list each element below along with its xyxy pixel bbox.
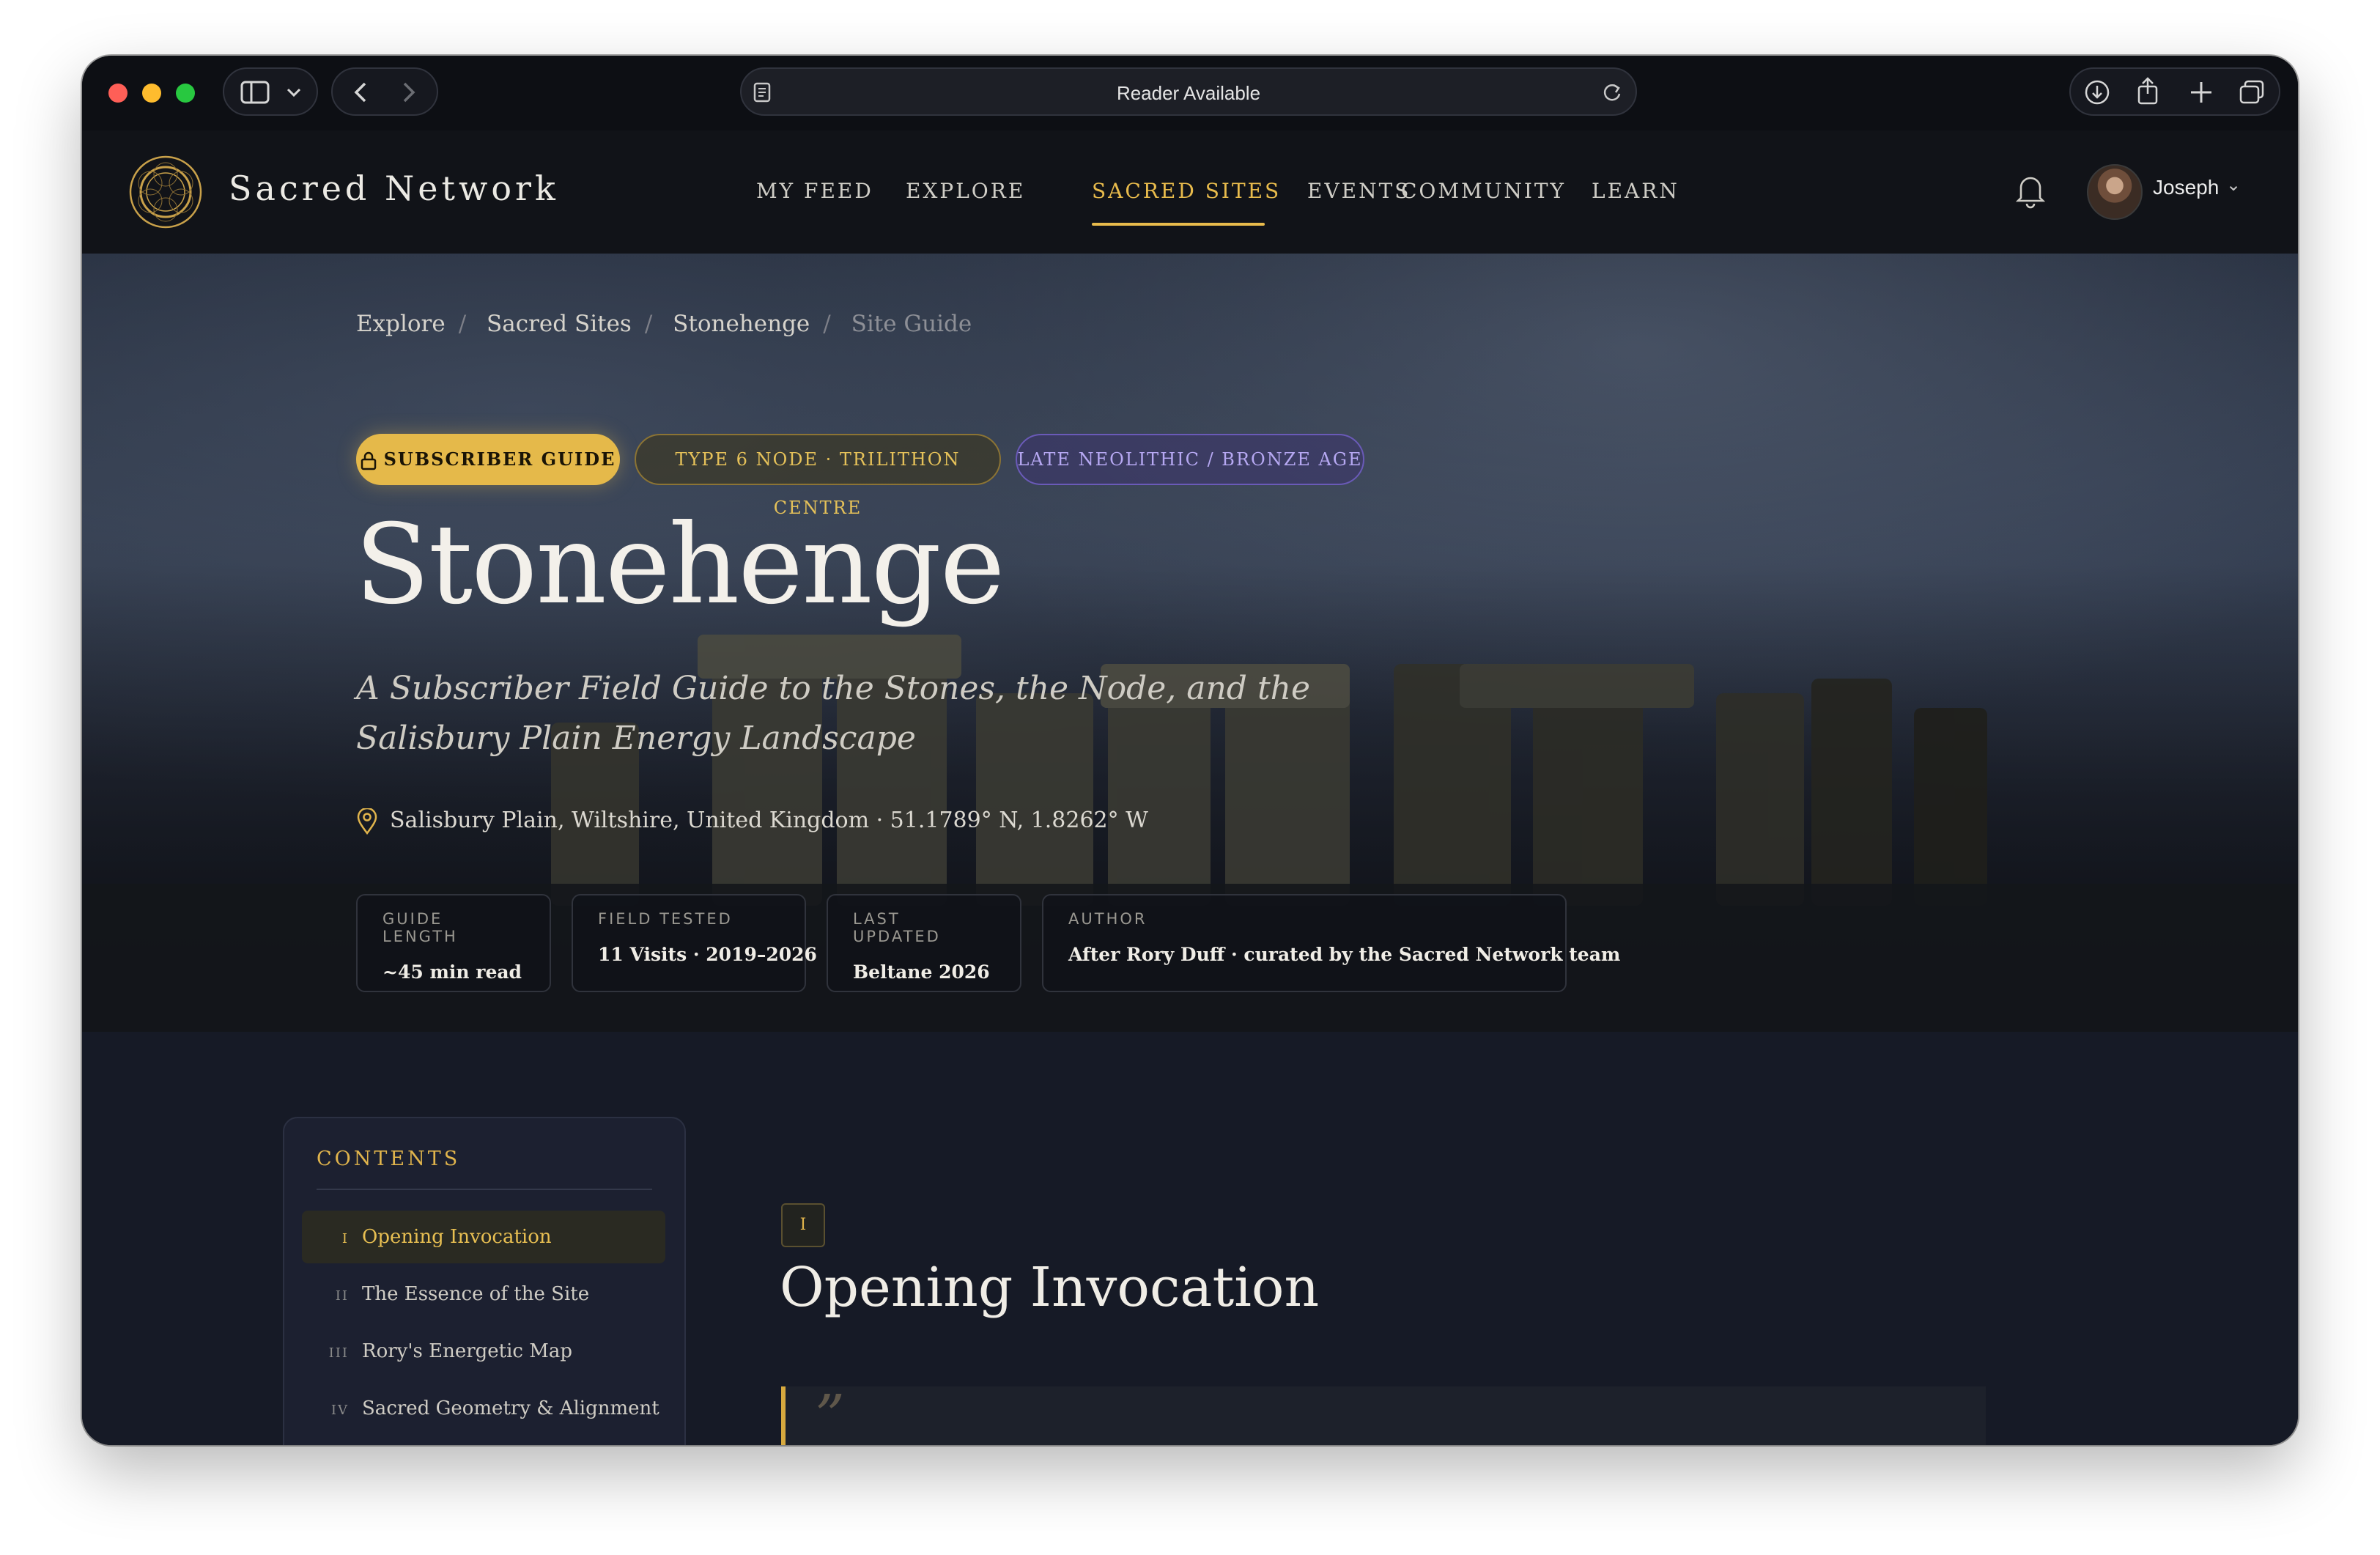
nav-active-indicator — [1092, 223, 1265, 226]
address-bar[interactable]: Reader Available — [740, 67, 1637, 116]
table-of-contents: CONTENTS I Opening Invocation II The Essen… — [283, 1117, 686, 1445]
breadcrumb: Explore / Sacred Sites / Stonehenge / Site … — [356, 311, 972, 337]
back-arrow-icon[interactable] — [350, 81, 372, 104]
meta-guide-length: GUIDE LENGTH ~45 min read — [356, 894, 551, 992]
section-number-badge: I — [781, 1203, 825, 1247]
sidebar-icon — [240, 81, 270, 104]
guide-content: CONTENTS I Opening Invocation II The Essen… — [82, 1032, 2298, 1445]
user-menu-chevron-icon[interactable]: ⌄ — [2226, 174, 2241, 195]
nav-events[interactable]: EVENTS — [1307, 179, 1411, 203]
meta-author: AUTHOR After Rory Duff · curated by the … — [1042, 894, 1621, 992]
minimize-window-button[interactable] — [142, 84, 161, 103]
meta-last-updated: LAST UPDATED Beltane 2026 — [827, 894, 1021, 992]
breadcrumb-current: Site Guide — [851, 311, 972, 337]
nav-learn[interactable]: LEARN — [1592, 179, 1679, 203]
browser-window: Reader Available Sacred Network MY FEED … — [82, 56, 2298, 1445]
history-navigation — [331, 67, 438, 116]
meta-field-tested: FIELD TESTED 11 Visits · 2019–2026 — [572, 894, 817, 992]
new-tab-icon[interactable] — [2188, 79, 2214, 106]
meta-label: LAST UPDATED — [853, 910, 941, 945]
location-text: Salisbury Plain, Wiltshire, United Kingd… — [390, 808, 1148, 833]
subscriber-guide-badge: SUBSCRIBER GUIDE — [356, 434, 620, 485]
reload-icon[interactable] — [1602, 82, 1622, 103]
meta-value: Beltane 2026 — [853, 961, 990, 983]
lock-icon — [361, 451, 376, 470]
notifications-bell-icon[interactable] — [2011, 170, 2050, 210]
toc-item-number: III — [328, 1345, 349, 1361]
toc-item-number: II — [335, 1288, 349, 1304]
location-pin-icon — [357, 808, 377, 835]
meta-value: After Rory Duff · curated by the Sacred … — [1068, 944, 1621, 965]
invocation-quote: ” — [781, 1382, 1986, 1445]
toc-item-number: IV — [330, 1403, 349, 1418]
meta-label: FIELD TESTED — [598, 910, 733, 928]
node-type-badge: TYPE 6 NODE · TRILITHON CENTRE — [635, 434, 1001, 518]
toc-item-opening-invocation[interactable]: I Opening Invocation — [302, 1211, 665, 1263]
user-avatar[interactable] — [2087, 164, 2143, 220]
zoom-window-button[interactable] — [176, 84, 195, 103]
breadcrumb-sacred-sites[interactable]: Sacred Sites — [487, 311, 632, 337]
sidebar-toggle-button[interactable] — [223, 67, 318, 116]
download-icon[interactable] — [2084, 79, 2110, 106]
toc-item-energetic-map[interactable]: III Rory's Energetic Map — [302, 1325, 665, 1378]
toc-item-label: Opening Invocation — [362, 1226, 552, 1248]
section-title: Opening Invocation — [780, 1256, 1320, 1319]
meta-value: 11 Visits · 2019–2026 — [598, 944, 817, 965]
meta-value: ~45 min read — [382, 961, 522, 983]
toc-item-essence-of-site[interactable]: II The Essence of the Site — [302, 1268, 665, 1321]
site-header: Sacred Network MY FEED EXPLORE SACRED SI… — [82, 130, 2298, 255]
page-title: Stonehenge — [355, 501, 1005, 629]
subscriber-badge-label: SUBSCRIBER GUIDE — [383, 448, 616, 470]
hero-section: Explore / Sacred Sites / Stonehenge / Site … — [82, 254, 2298, 1032]
breadcrumb-stonehenge[interactable]: Stonehenge — [673, 311, 810, 337]
era-badge: LATE NEOLITHIC / BRONZE AGE — [1016, 434, 1364, 485]
toc-item-label: Sacred Geometry & Alignment — [362, 1397, 659, 1419]
forward-arrow-icon[interactable] — [397, 81, 419, 104]
toc-item-label: The Essence of the Site — [362, 1283, 590, 1305]
close-window-button[interactable] — [108, 84, 128, 103]
toolbar-actions — [2069, 67, 2280, 116]
quote-mark-icon: ” — [815, 1382, 845, 1445]
site-name[interactable]: Sacred Network — [229, 169, 559, 208]
sacred-network-logo-icon[interactable] — [128, 154, 204, 230]
share-icon[interactable] — [2135, 76, 2160, 106]
toc-divider — [317, 1189, 652, 1190]
address-text: Reader Available — [1116, 82, 1261, 104]
meta-label: GUIDE LENGTH — [382, 910, 458, 945]
tab-overview-icon[interactable] — [2238, 79, 2266, 106]
nav-my-feed[interactable]: MY FEED — [756, 179, 873, 203]
user-name[interactable]: Joseph — [2153, 176, 2219, 199]
site-location: Salisbury Plain, Wiltshire, United Kingd… — [356, 808, 1148, 835]
browser-toolbar: Reader Available — [82, 56, 2298, 132]
toc-item-sacred-geometry[interactable]: IV Sacred Geometry & Alignment — [302, 1382, 665, 1435]
chevron-down-icon — [287, 88, 301, 97]
meta-label: AUTHOR — [1068, 910, 1148, 928]
toc-item-label: Rory's Energetic Map — [362, 1340, 573, 1362]
nav-explore[interactable]: EXPLORE — [906, 179, 1025, 203]
nav-sacred-sites[interactable]: SACRED SITES — [1092, 179, 1281, 203]
page-subtitle: A Subscriber Field Guide to the Stones, … — [356, 670, 1311, 757]
toc-item-number: I — [341, 1231, 349, 1246]
toc-title: CONTENTS — [317, 1148, 461, 1170]
breadcrumb-explore[interactable]: Explore — [356, 311, 446, 337]
nav-community[interactable]: COMMUNITY — [1401, 179, 1566, 203]
